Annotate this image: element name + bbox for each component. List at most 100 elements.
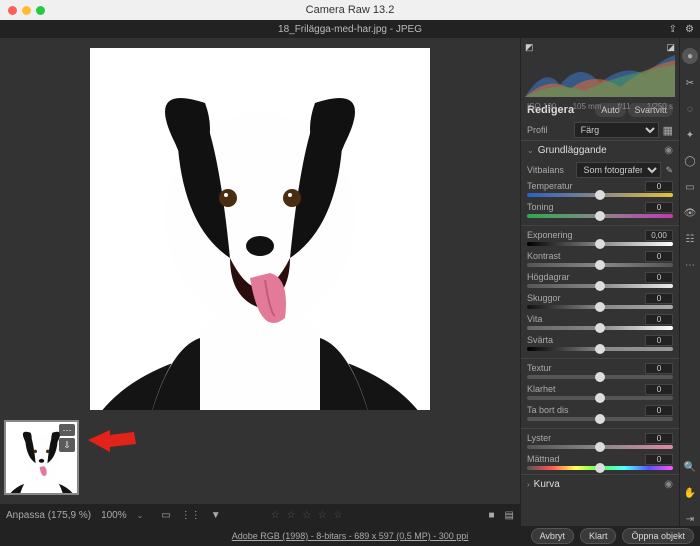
zoom-fit-label[interactable]: Anpassa (175,9 %)	[6, 510, 91, 521]
slider-track[interactable]	[527, 445, 673, 449]
profile-select[interactable]: Färg	[574, 122, 659, 138]
hand-tool-icon[interactable]: ✋	[683, 486, 697, 500]
zoom-value[interactable]: 100%	[101, 510, 127, 521]
slider-track[interactable]	[527, 417, 673, 421]
edit-sidebar: ◩ ◪ ISO 100 105 mm f/11 1/250 s Redigera…	[520, 38, 679, 526]
slider-knob[interactable]	[595, 302, 605, 312]
slider-value-input[interactable]	[645, 202, 673, 213]
maximize-window-button[interactable]	[36, 6, 45, 15]
eye-icon[interactable]: ◉	[664, 145, 673, 156]
slider-track[interactable]	[527, 214, 673, 218]
slider-track[interactable]	[527, 193, 673, 197]
slider-exponering: Exponering	[521, 229, 679, 250]
thumbnail-save-icon[interactable]: ⇩	[59, 438, 75, 452]
image-canvas[interactable]	[90, 48, 430, 410]
slider-track[interactable]	[527, 375, 673, 379]
slider-kontrast: Kontrast	[521, 250, 679, 271]
single-view-icon[interactable]: ■	[489, 510, 495, 521]
zoom-tool-icon[interactable]: 🔍	[683, 460, 697, 474]
document-header: 18_Frilägga-med-har.jpg - JPEG ⇪ ⚙	[0, 20, 700, 38]
slider-knob[interactable]	[595, 323, 605, 333]
minimize-window-button[interactable]	[22, 6, 31, 15]
slider-track[interactable]	[527, 396, 673, 400]
export-icon[interactable]: ⇪	[669, 24, 677, 35]
document-format: JPEG	[396, 24, 422, 35]
heal-tool-icon[interactable]: ◌	[683, 102, 697, 116]
slider-knob[interactable]	[595, 239, 605, 249]
open-object-button[interactable]: Öppna objekt	[622, 528, 694, 544]
slider-value-input[interactable]	[645, 293, 673, 304]
slider-track[interactable]	[527, 242, 673, 246]
highlight-clip-icon[interactable]: ◪	[666, 42, 675, 53]
edit-tool-icon[interactable]: ●	[682, 48, 698, 64]
slider-track[interactable]	[527, 284, 673, 288]
slider-knob[interactable]	[595, 372, 605, 382]
adjust-brush-icon[interactable]: ✦	[683, 128, 697, 142]
slider-label: Kontrast	[527, 251, 561, 262]
grid-view-icon[interactable]: ⋮⋮	[181, 510, 201, 521]
slider-value-input[interactable]	[645, 454, 673, 465]
histogram[interactable]: ◩ ◪ ISO 100 105 mm f/11 1/250 s	[521, 38, 679, 100]
slider-knob[interactable]	[595, 463, 605, 473]
slider-value-input[interactable]	[645, 230, 673, 241]
slider-value-input[interactable]	[645, 433, 673, 444]
slider-knob[interactable]	[595, 281, 605, 291]
eye-icon[interactable]: ◉	[664, 479, 673, 490]
basic-section-header[interactable]: ⌄ Grundläggande ◉	[521, 140, 679, 160]
slider-value-input[interactable]	[645, 251, 673, 262]
workflow-options-link[interactable]: Adobe RGB (1998) - 8-bitars - 689 x 597 …	[232, 531, 469, 541]
preview-image	[90, 48, 430, 410]
slider-label: Temperatur	[527, 181, 573, 192]
thumbnail[interactable]: ⋯ ⇩	[4, 420, 79, 495]
more-tools-icon[interactable]: ⋯	[683, 258, 697, 272]
slider-knob[interactable]	[595, 442, 605, 452]
eyedropper-icon[interactable]: ✎	[665, 165, 673, 176]
slider-knob[interactable]	[595, 393, 605, 403]
slider-knob[interactable]	[595, 344, 605, 354]
slider-value-input[interactable]	[645, 335, 673, 346]
redeye-tool-icon[interactable]: 👁	[683, 206, 697, 220]
slider-track[interactable]	[527, 466, 673, 470]
profile-browser-icon[interactable]: ▦	[663, 124, 673, 137]
slider-knob[interactable]	[595, 414, 605, 424]
wb-select[interactable]: Som fotograferat	[576, 162, 661, 178]
slider-label: Ta bort dis	[527, 405, 569, 416]
slider-vita: Vita	[521, 313, 679, 334]
slider-track[interactable]	[527, 263, 673, 267]
done-button[interactable]: Klart	[580, 528, 617, 544]
toggle-sidebar-icon[interactable]: ⇥	[683, 512, 697, 526]
radial-filter-icon[interactable]: ◯	[683, 154, 697, 168]
cancel-button[interactable]: Avbryt	[531, 528, 574, 544]
shadow-clip-icon[interactable]: ◩	[525, 42, 534, 53]
slider-value-input[interactable]	[645, 181, 673, 192]
slider-track[interactable]	[527, 305, 673, 309]
tool-strip: ● ✂ ◌ ✦ ◯ ▭ 👁 ☷ ⋯ 🔍 ✋ ⇥	[679, 38, 700, 526]
close-window-button[interactable]	[8, 6, 17, 15]
filmstrip-view-icon[interactable]: ▤	[505, 510, 514, 521]
slider-value-input[interactable]	[645, 363, 673, 374]
crop-tool-icon[interactable]: ✂	[683, 76, 697, 90]
rating-stars[interactable]: ☆ ☆ ☆ ☆ ☆	[271, 510, 345, 521]
compare-icon[interactable]: ▭	[161, 510, 170, 521]
slider-value-input[interactable]	[645, 272, 673, 283]
document-sep: -	[387, 24, 396, 35]
slider-textur: Textur	[521, 362, 679, 383]
curve-section-header[interactable]: › Kurva ◉	[521, 474, 679, 494]
zoom-dropdown-icon[interactable]: ⌄	[137, 511, 144, 520]
slider-track[interactable]	[527, 347, 673, 351]
slider-knob[interactable]	[595, 260, 605, 270]
gradient-filter-icon[interactable]: ▭	[683, 180, 697, 194]
slider-value-input[interactable]	[645, 405, 673, 416]
funnel-icon[interactable]: ▼	[211, 510, 221, 521]
chevron-down-icon: ⌄	[527, 146, 534, 155]
slider-track[interactable]	[527, 326, 673, 330]
presets-icon[interactable]: ☷	[683, 232, 697, 246]
basic-title: Grundläggande	[538, 145, 607, 156]
slider-knob[interactable]	[595, 190, 605, 200]
slider-knob[interactable]	[595, 211, 605, 221]
slider-value-input[interactable]	[645, 384, 673, 395]
thumbnail-menu-icon[interactable]: ⋯	[59, 424, 75, 436]
settings-gear-icon[interactable]: ⚙	[685, 24, 694, 35]
slider-label: Vita	[527, 314, 542, 325]
slider-value-input[interactable]	[645, 314, 673, 325]
